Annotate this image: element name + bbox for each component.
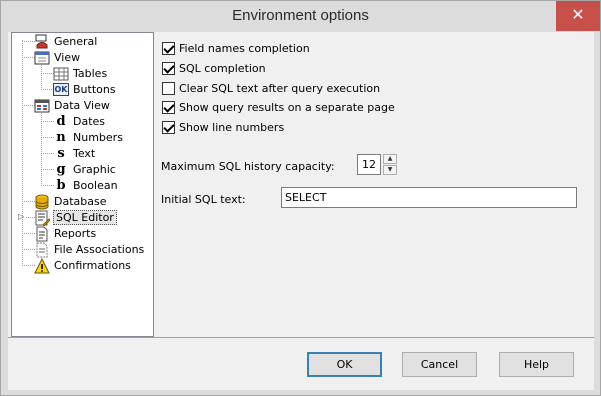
tree-item-label: Reports xyxy=(54,227,97,240)
divider xyxy=(8,337,594,338)
buttons-icon: OK xyxy=(53,83,69,96)
cancel-button[interactable]: Cancel xyxy=(402,352,477,377)
tree-item-text[interactable]: s Text xyxy=(53,146,148,162)
chevron-up-icon[interactable]: ▲ xyxy=(383,154,397,164)
tree-item-dates[interactable]: d Dates xyxy=(53,114,148,130)
ok-button[interactable]: OK xyxy=(307,352,382,377)
tree-connector xyxy=(41,113,42,186)
tree-item-tables[interactable]: Tables xyxy=(53,66,148,82)
options-tree[interactable]: General View Tables OK Buttons Data View… xyxy=(11,32,154,337)
tree-item-label: Buttons xyxy=(73,83,116,96)
tree-item-label: Text xyxy=(73,147,96,160)
dates-icon: d xyxy=(56,114,66,129)
history-capacity-input[interactable]: 12 xyxy=(357,154,381,175)
tree-item-numbers[interactable]: n Numbers xyxy=(53,130,148,146)
tree-item-label: Graphic xyxy=(73,163,116,176)
clear-sql-text-checkbox[interactable] xyxy=(162,82,175,95)
text-icon: s xyxy=(57,146,65,161)
tree-item-database[interactable]: Database xyxy=(34,194,144,210)
tree-item-confirmations[interactable]: Confirmations xyxy=(34,258,144,274)
database-icon xyxy=(35,194,49,210)
file-associations-icon xyxy=(36,242,48,258)
boolean-icon: b xyxy=(56,178,66,193)
clear-sql-text-label: Clear SQL text after query execution xyxy=(179,82,381,95)
data-view-icon xyxy=(34,99,50,113)
initial-sql-input[interactable]: SELECT xyxy=(281,187,577,208)
chevron-down-icon[interactable]: ▼ xyxy=(383,165,397,175)
show-line-numbers-checkbox[interactable] xyxy=(162,121,175,134)
sql-editor-options-panel: Field names completion SQL completion Cl… xyxy=(154,32,594,337)
tree-item-label: General xyxy=(54,35,98,48)
chevron-right-icon[interactable]: ▷ xyxy=(18,213,26,221)
tree-item-label: Tables xyxy=(73,67,108,80)
tree-item-view[interactable]: View xyxy=(34,50,144,66)
tree-item-boolean[interactable]: b Boolean xyxy=(53,178,148,194)
field-names-completion-label: Field names completion xyxy=(179,42,310,55)
reports-icon xyxy=(36,226,48,242)
tree-item-data-view[interactable]: Data View xyxy=(34,98,144,114)
tree-item-label: Dates xyxy=(73,115,106,128)
view-icon xyxy=(34,51,50,65)
warning-icon xyxy=(34,258,50,274)
numbers-icon: n xyxy=(56,130,66,145)
close-button[interactable]: ✕ xyxy=(556,1,600,31)
history-capacity-label: Maximum SQL history capacity: xyxy=(161,160,335,173)
field-names-completion-checkbox[interactable] xyxy=(162,42,175,55)
tree-item-graphic[interactable]: g Graphic xyxy=(53,162,148,178)
tree-item-file-associations[interactable]: File Associations xyxy=(34,242,154,258)
tree-connector xyxy=(41,65,42,90)
tree-item-label: SQL Editor xyxy=(53,210,117,225)
close-icon: ✕ xyxy=(571,5,585,24)
sql-editor-icon xyxy=(35,210,50,226)
environment-options-window: Environment options ✕ General View Table… xyxy=(0,0,601,396)
graphic-icon: g xyxy=(56,162,66,177)
tree-item-general[interactable]: General xyxy=(34,34,144,50)
tree-item-label: Boolean xyxy=(73,179,118,192)
sql-completion-checkbox[interactable] xyxy=(162,62,175,75)
tree-item-label: Database xyxy=(54,195,107,208)
show-query-results-checkbox[interactable] xyxy=(162,101,175,114)
help-button[interactable]: Help xyxy=(499,352,574,377)
tree-item-label: Data View xyxy=(54,99,110,112)
history-capacity-stepper[interactable]: ▲ ▼ xyxy=(383,154,397,175)
tables-icon xyxy=(53,67,69,81)
show-line-numbers-label: Show line numbers xyxy=(179,121,285,134)
sql-completion-label: SQL completion xyxy=(179,62,266,75)
general-icon xyxy=(35,34,48,49)
show-query-results-label: Show query results on a separate page xyxy=(179,101,395,114)
initial-sql-label: Initial SQL text: xyxy=(161,193,246,206)
tree-item-label: Confirmations xyxy=(54,259,131,272)
tree-item-reports[interactable]: Reports xyxy=(34,226,144,242)
window-title: Environment options xyxy=(232,7,369,24)
tree-item-label: File Associations xyxy=(54,243,145,256)
tree-item-buttons[interactable]: OK Buttons xyxy=(53,82,148,98)
tree-item-sql-editor[interactable]: SQL Editor xyxy=(34,210,144,226)
title-bar: Environment options ✕ xyxy=(1,1,600,32)
tree-item-label: Numbers xyxy=(73,131,123,144)
dialog-body: General View Tables OK Buttons Data View… xyxy=(8,32,594,390)
tree-item-label: View xyxy=(54,51,81,64)
